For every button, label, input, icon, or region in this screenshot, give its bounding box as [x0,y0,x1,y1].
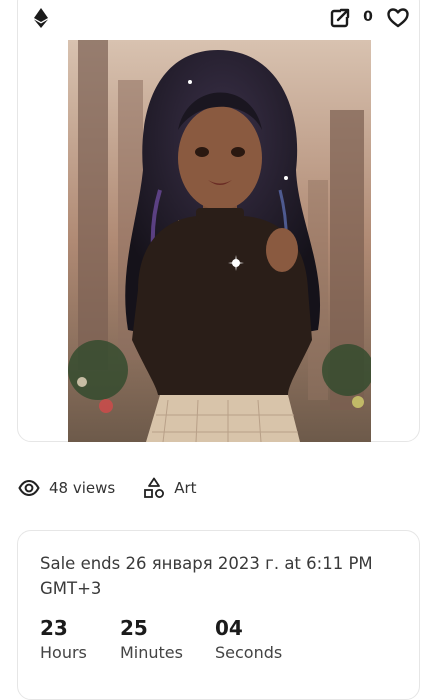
countdown-hours: 23 Hours [40,615,87,662]
eye-icon [18,480,40,496]
views-label: 48 views [49,479,116,497]
seconds-label: Seconds [215,643,283,662]
sale-end-text: Sale ends 26 января 2023 г. at 6:11 PM G… [40,554,373,598]
category-label: Art [174,479,197,497]
heart-icon[interactable] [387,8,409,28]
sale-card: Sale ends 26 января 2023 г. at 6:11 PM G… [17,530,420,700]
countdown-seconds: 04 Seconds [215,615,282,662]
views-stat: 48 views [18,479,115,497]
external-link-icon[interactable] [330,8,350,28]
minutes-label: Minutes [120,643,183,662]
hours-label: Hours [40,643,87,662]
ethereum-icon [34,8,48,28]
artwork-stats: 48 views Art [18,476,197,500]
artwork-illustration [68,40,371,442]
seconds-value: 04 [215,616,243,640]
hours-value: 23 [40,616,68,640]
nft-artwork-image[interactable] [68,40,371,442]
minutes-value: 25 [120,616,148,640]
countdown-minutes: 25 Minutes [120,615,183,662]
shapes-icon [144,477,165,498]
like-count: 0 [363,9,373,25]
category-stat[interactable]: Art [143,477,197,499]
